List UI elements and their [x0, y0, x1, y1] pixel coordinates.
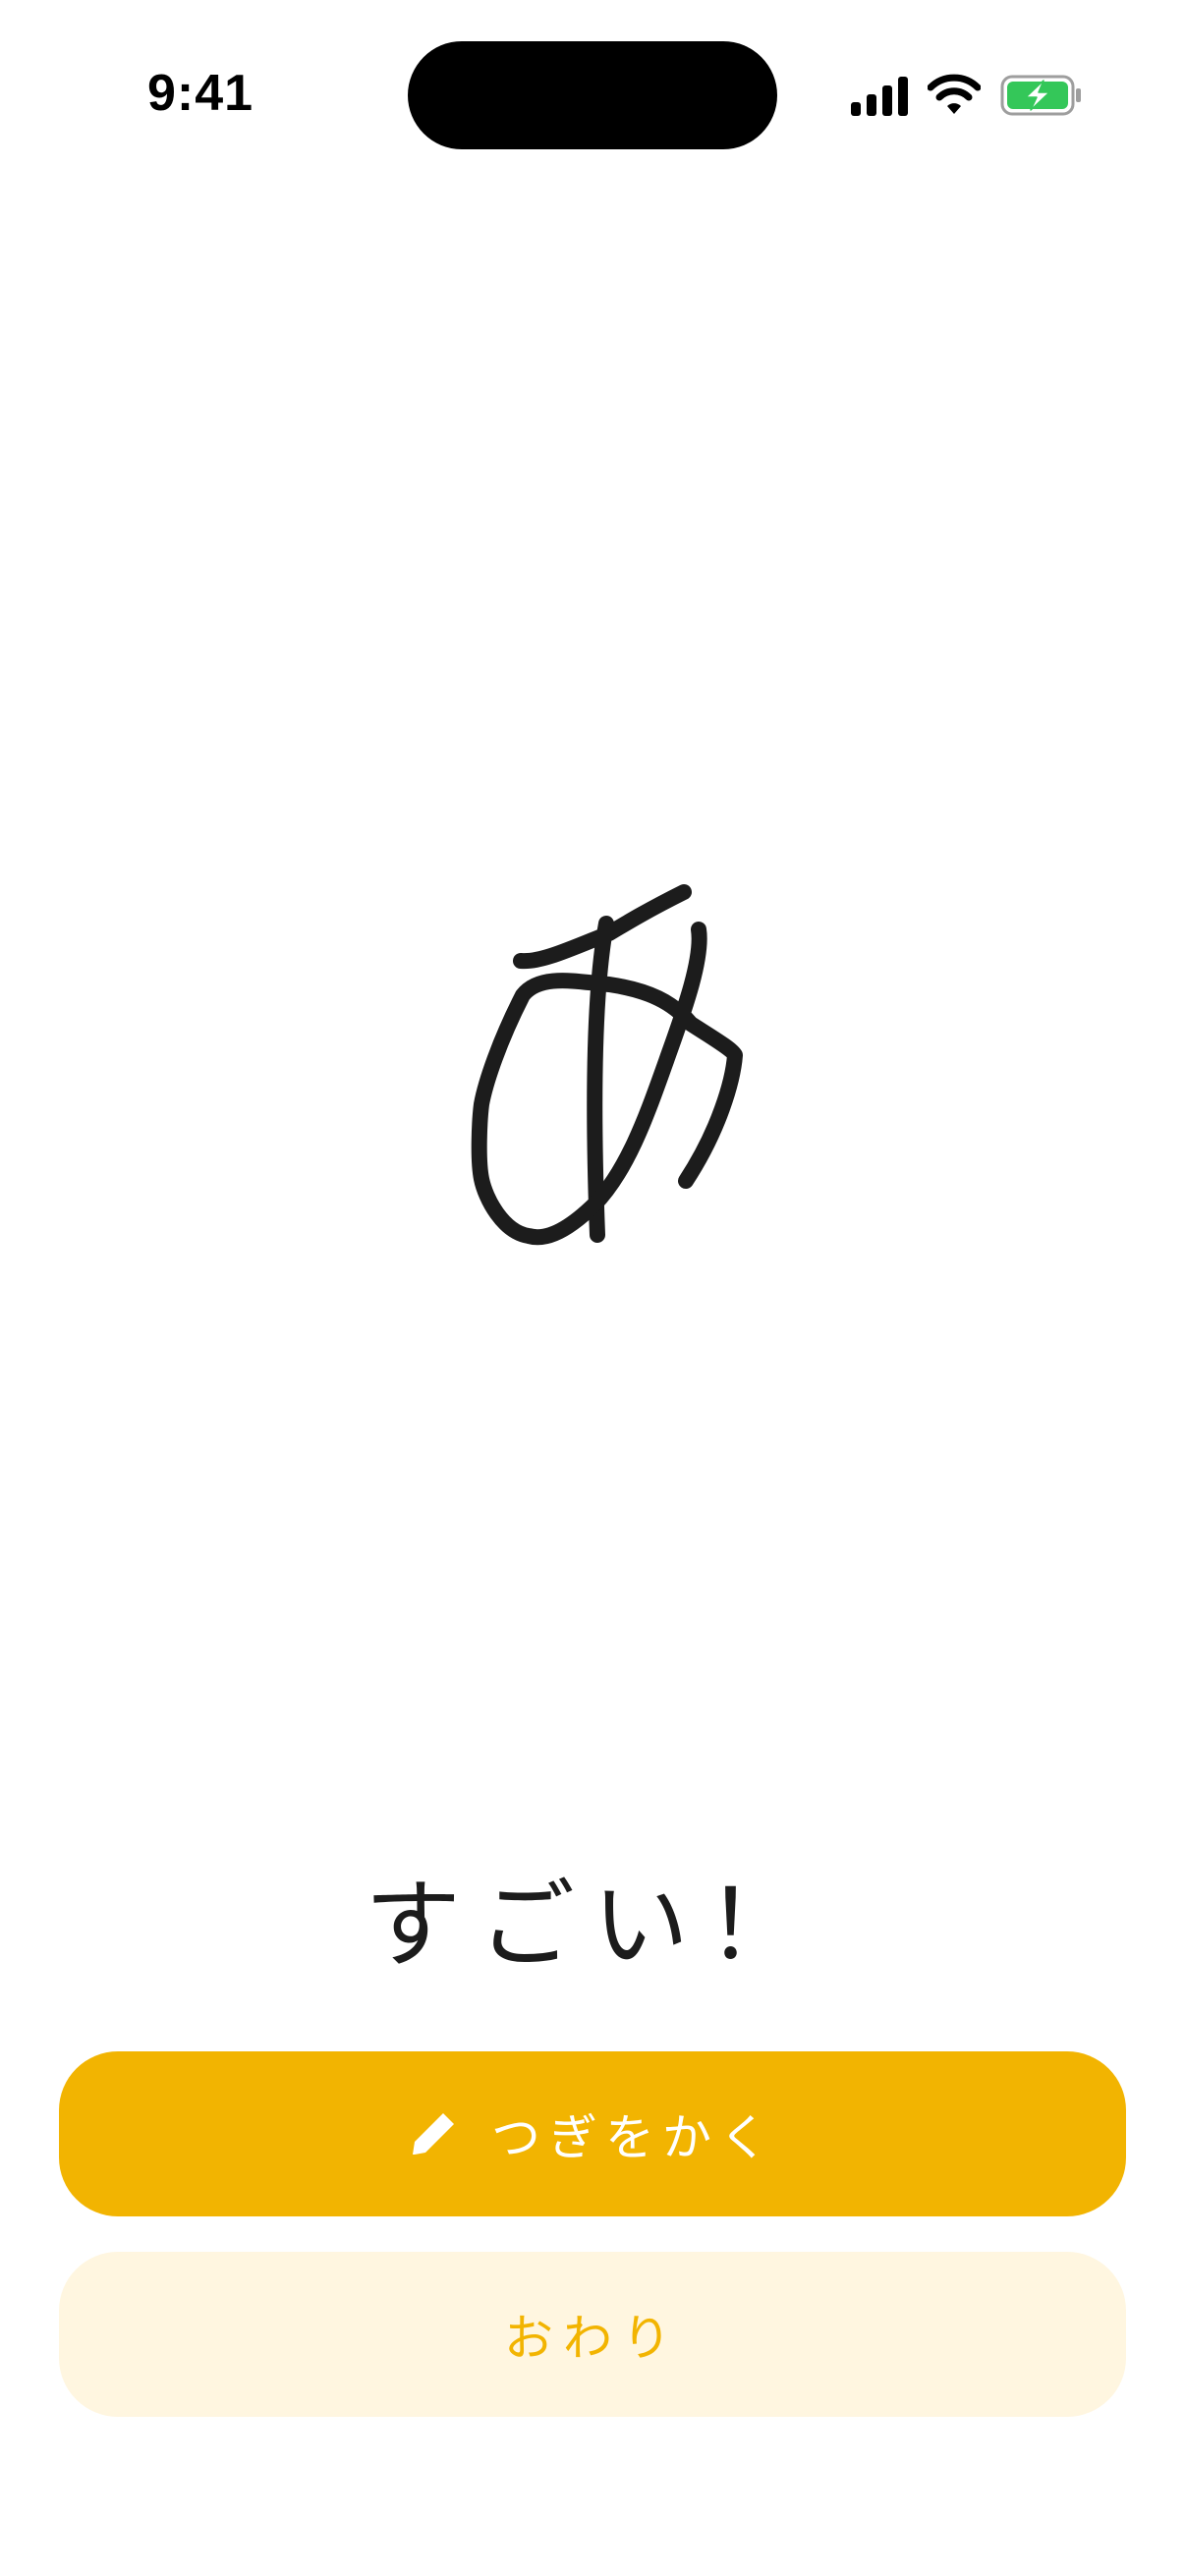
handwritten-character [471, 884, 743, 1246]
finish-button[interactable]: おわり [59, 2252, 1126, 2417]
signal-icon [851, 77, 908, 116]
praise-message: すごい！ [364, 1870, 820, 1982]
next-character-button[interactable]: つぎをかく [59, 2051, 1126, 2216]
pencil-icon [413, 2113, 454, 2155]
next-character-label: つぎをかく [491, 2109, 776, 2166]
status-time: 9:41 [147, 65, 254, 122]
status-bar: 9:41 [0, 0, 1185, 196]
finish-label: おわり [504, 2310, 681, 2367]
drawing-canvas[interactable] [0, 216, 1185, 1827]
battery-charging-icon [1000, 75, 1081, 116]
dynamic-island [408, 41, 777, 149]
wifi-icon [928, 74, 981, 114]
